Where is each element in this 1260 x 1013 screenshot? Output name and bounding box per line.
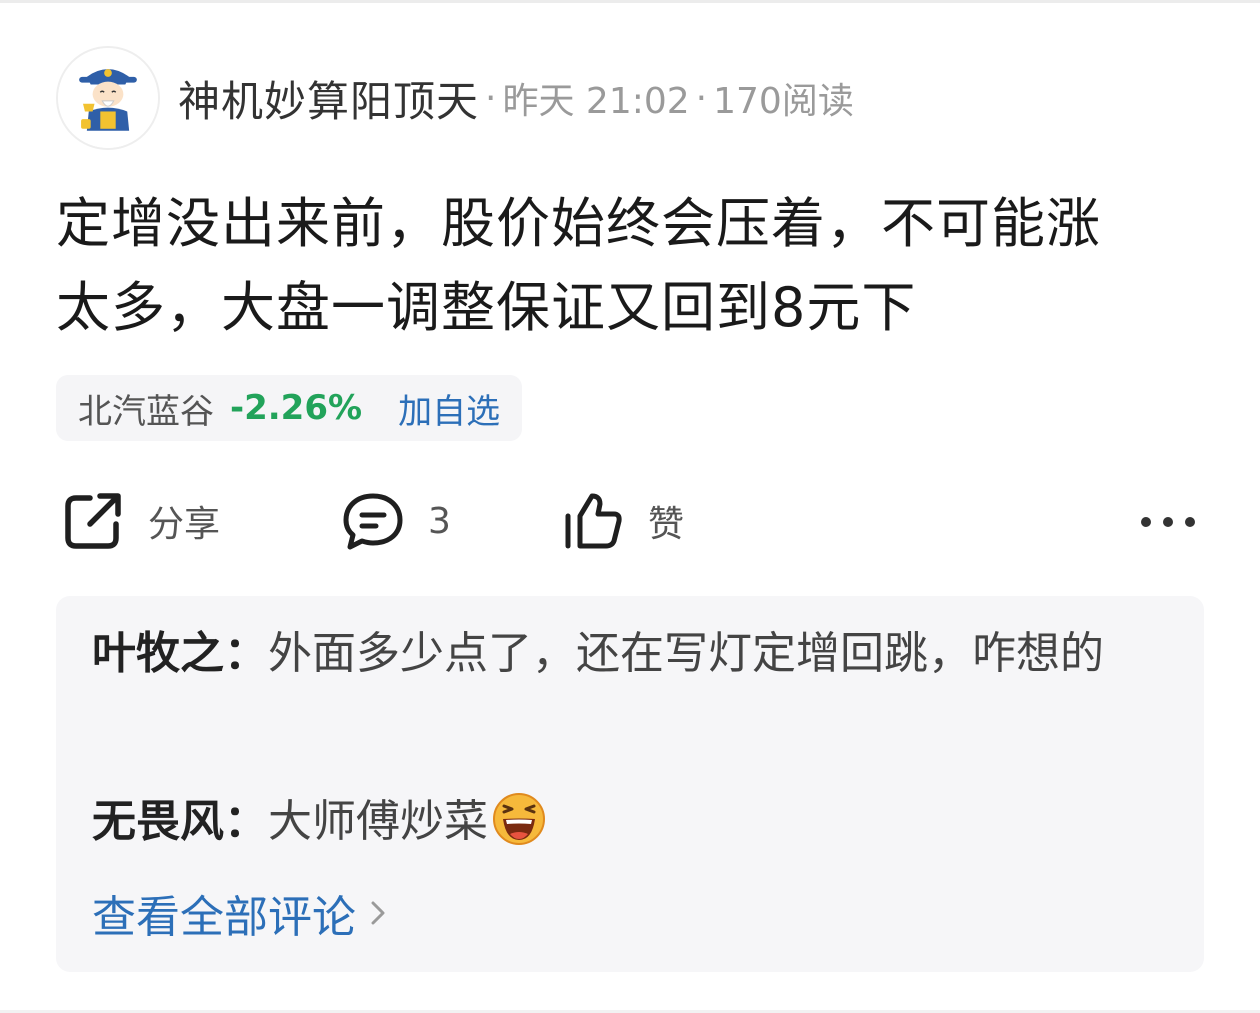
comment-button[interactable]: 3	[340, 488, 451, 554]
post-text-line-1: 定增没出来前，股价始终会压着，不可能涨	[56, 192, 1101, 255]
stock-name[interactable]: 北汽蓝谷	[78, 384, 214, 433]
comment-bubble-icon	[343, 493, 403, 550]
meta-separator: ·	[485, 77, 497, 119]
comment-colon: ：	[224, 628, 268, 679]
author-avatar[interactable]	[56, 46, 160, 150]
post-text-line-2: 太多，大盘一调整保证又回到8元下	[56, 276, 917, 339]
comment-item[interactable]: 无畏风：大师傅炒菜	[92, 788, 1162, 856]
comment-count: 3	[428, 500, 451, 542]
meta-separator-2: ·	[695, 77, 708, 119]
post-time: 昨天 21:02	[502, 81, 690, 122]
comments-preview: 叶牧之：外面多少点了，还在写灯定增回跳，咋想的 无畏风：大师傅炒菜 查看全部评论	[56, 596, 1204, 972]
chevron-right-icon	[364, 895, 392, 931]
comment-author[interactable]: 无畏风	[92, 796, 224, 847]
comment-author[interactable]: 叶牧之	[92, 628, 224, 679]
laughing-face-icon	[492, 792, 546, 846]
avatar-image	[58, 48, 158, 148]
thumbs-up-icon	[565, 493, 622, 549]
comment-text: 外面多少点了，还在写灯定增回跳，咋想的	[268, 628, 1104, 679]
author-name[interactable]: 神机妙算阳顶天	[178, 68, 479, 129]
comment-item[interactable]: 叶牧之：外面多少点了，还在写灯定增回跳，咋想的	[92, 620, 1162, 688]
view-count: 170阅读	[713, 81, 854, 122]
view-all-comments-link[interactable]: 查看全部评论	[92, 884, 392, 943]
stock-change: -2.26%	[230, 388, 363, 428]
comment-text: 大师傅炒菜	[268, 796, 488, 847]
like-button[interactable]: 赞	[560, 488, 684, 554]
comment-colon: ：	[224, 796, 268, 847]
stock-chip[interactable]: 北汽蓝谷 -2.26% 加自选	[56, 375, 523, 441]
post-header: 神机妙算阳顶天 · 昨天 21:02 · 170阅读	[178, 70, 854, 126]
share-label: 分享	[148, 504, 221, 545]
more-options-button[interactable]	[1136, 500, 1200, 544]
like-label: 赞	[648, 504, 685, 545]
share-icon	[65, 493, 121, 549]
view-all-label: 查看全部评论	[92, 892, 356, 943]
post-content[interactable]: 定增没出来前，股价始终会压着，不可能涨 太多，大盘一调整保证又回到8元下	[56, 182, 1206, 350]
more-dots-icon	[1141, 517, 1195, 527]
add-watchlist-button[interactable]: 加自选	[398, 384, 500, 433]
share-button[interactable]: 分享	[60, 488, 220, 554]
top-divider	[0, 0, 1260, 3]
